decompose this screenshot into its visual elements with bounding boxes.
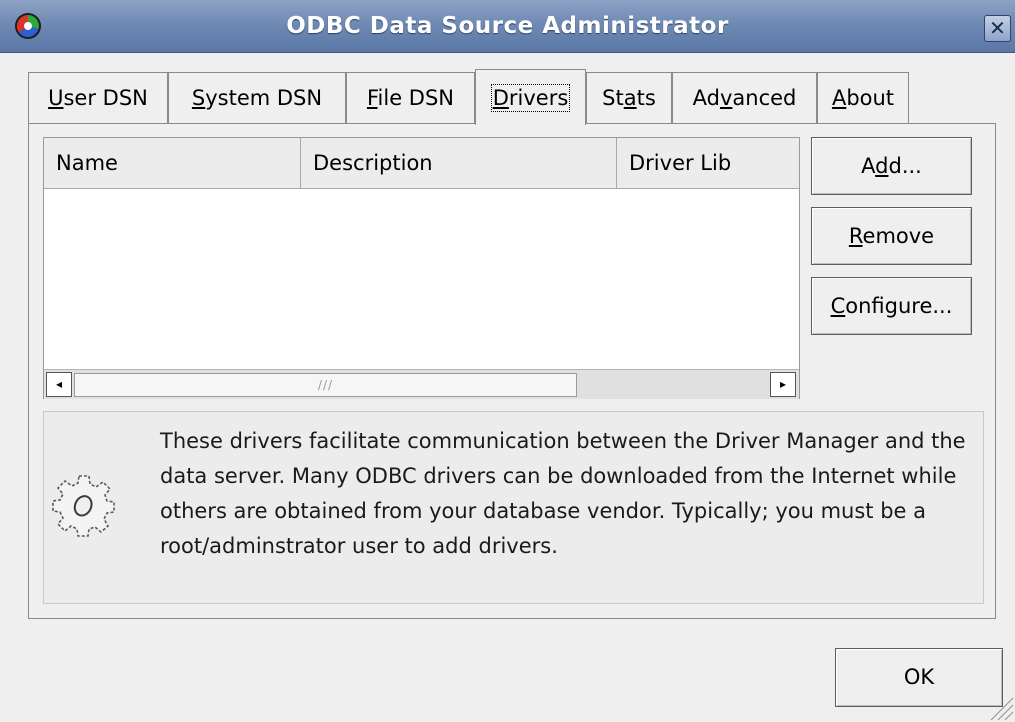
column-header-name[interactable]: Name (44, 138, 301, 188)
scroll-right-button[interactable]: ▸ (770, 372, 796, 397)
tab-advanced-label: Advanced (692, 86, 797, 110)
resize-grip-icon[interactable] (988, 692, 1014, 720)
tab-advanced[interactable]: Advanced (672, 72, 817, 124)
column-header-driver-lib[interactable]: Driver Lib (617, 138, 799, 188)
arrow-right-icon: ▸ (779, 377, 787, 391)
info-text: These drivers facilitate communication b… (160, 429, 966, 558)
arrow-left-icon: ◂ (55, 377, 63, 391)
grip-marks: /// (317, 378, 334, 392)
configure-button[interactable]: Configure... (811, 277, 972, 335)
close-button[interactable]: ✕ (984, 15, 1011, 42)
tab-user-dsn[interactable]: User DSN (28, 72, 168, 124)
tab-file-dsn[interactable]: File DSN (346, 72, 475, 124)
tab-user-dsn-label: User DSN (48, 86, 148, 110)
ok-button[interactable]: OK (835, 648, 1003, 707)
tab-system-dsn[interactable]: System DSN (168, 72, 346, 124)
column-header-description[interactable]: Description (301, 138, 617, 188)
close-icon: ✕ (989, 16, 1006, 40)
tab-drivers[interactable]: Drivers (475, 69, 586, 125)
title-bar[interactable]: ODBC Data Source Administrator ✕ (0, 0, 1015, 53)
ok-button-label: OK (903, 665, 935, 689)
scroll-left-button[interactable]: ◂ (46, 372, 72, 397)
list-header: Name Description Driver Lib (44, 138, 799, 189)
gear-icon (52, 475, 115, 537)
tab-stats-label: Stats (602, 86, 656, 110)
tab-about[interactable]: About (817, 72, 909, 124)
horizontal-scrollbar[interactable]: ◂ /// ▸ (44, 369, 799, 399)
tab-system-dsn-label: System DSN (191, 86, 323, 110)
drivers-list[interactable]: Name Description Driver Lib ◂ /// ▸ (43, 137, 800, 399)
scrollbar-thumb[interactable]: /// (74, 373, 577, 397)
configure-button-label: Configure... (830, 294, 953, 318)
add-button-label: Add... (861, 154, 922, 178)
remove-button[interactable]: Remove (811, 207, 972, 265)
tab-stats[interactable]: Stats (586, 72, 672, 124)
tab-drivers-label: Drivers (490, 84, 571, 112)
tab-about-label: About (831, 86, 895, 110)
window-title: ODBC Data Source Administrator (286, 13, 729, 39)
tab-file-dsn-label: File DSN (366, 86, 455, 110)
remove-button-label: Remove (848, 224, 935, 248)
add-button[interactable]: Add... (811, 137, 972, 195)
